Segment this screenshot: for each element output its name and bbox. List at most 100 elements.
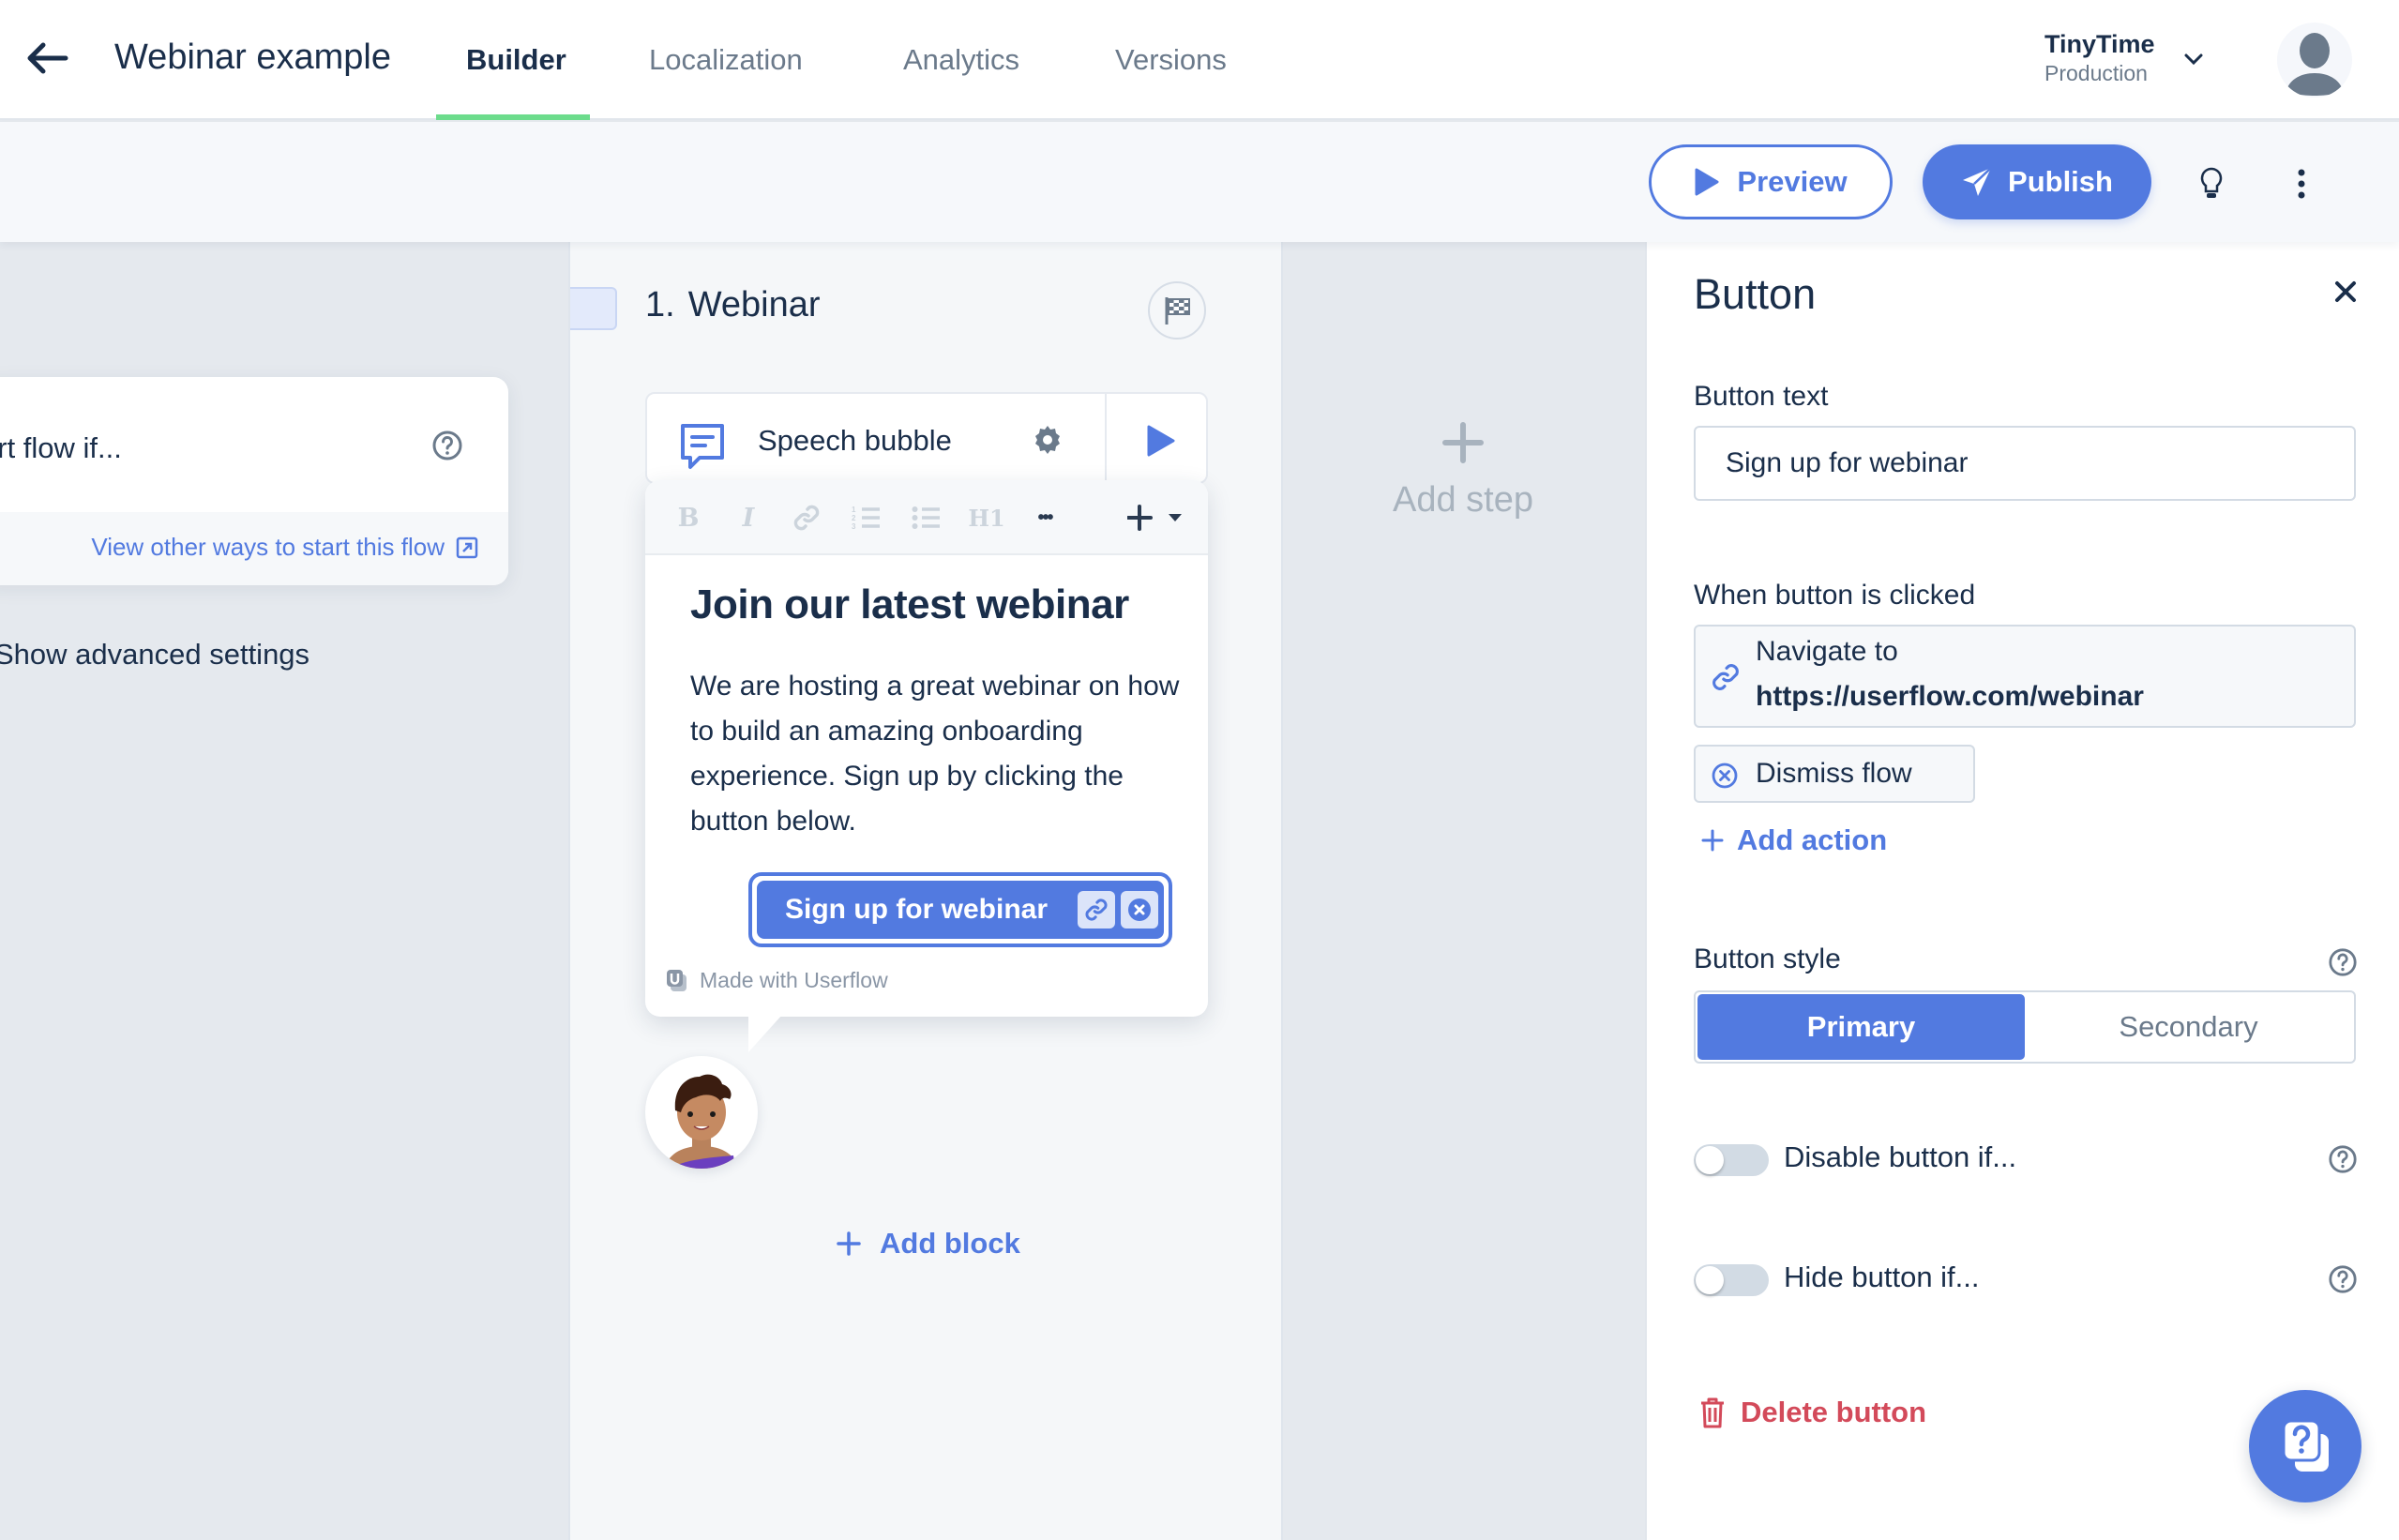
tab-analytics[interactable]: Analytics <box>903 43 1019 77</box>
help-icon[interactable] <box>2328 1144 2358 1174</box>
play-icon <box>1695 168 1719 196</box>
add-step-label: Add step <box>1393 480 1533 520</box>
plus-caret-icon <box>1127 505 1182 531</box>
plus-icon <box>1701 829 1724 852</box>
delete-button-label: Delete button <box>1741 1396 1927 1428</box>
back-button[interactable] <box>24 38 69 79</box>
arrow-left-icon <box>27 42 68 74</box>
svg-text:3: 3 <box>852 522 856 531</box>
link-icon <box>1085 898 1108 921</box>
chevron-down-icon[interactable] <box>2181 47 2206 71</box>
help-icon[interactable] <box>431 430 463 461</box>
hide-button-toggle[interactable] <box>1694 1264 1769 1296</box>
help-icon[interactable] <box>2328 947 2358 977</box>
trigger-footer: View other ways to start this flow <box>0 512 508 585</box>
action-title: Navigate to <box>1756 636 1898 667</box>
step-name: Webinar <box>687 285 821 325</box>
more-options-button[interactable]: ••• <box>1026 501 1064 535</box>
add-action-button[interactable]: Add action <box>1701 823 1887 857</box>
plus-icon <box>837 1231 861 1256</box>
help-icon[interactable] <box>2328 1264 2358 1294</box>
paper-plane-icon <box>1963 167 1992 196</box>
italic-button[interactable]: I <box>732 501 765 535</box>
view-other-ways-link[interactable]: View other ways to start this flow <box>91 533 478 562</box>
cta-dismiss-badge[interactable] <box>1121 891 1158 929</box>
user-icon <box>2286 33 2343 96</box>
speech-bubble-editor: B I 123 H1 ••• Join our latest webinar W… <box>645 480 1208 1052</box>
heading-button[interactable]: H1 <box>968 501 1005 535</box>
panel-title: Button <box>1694 270 1817 318</box>
speech-bubble-icon <box>679 422 726 471</box>
bubble-avatar[interactable] <box>645 1056 758 1169</box>
link-icon <box>1711 662 1741 692</box>
step-title[interactable]: 1. Webinar <box>645 285 821 325</box>
add-action-label: Add action <box>1737 823 1888 856</box>
bold-button[interactable]: B <box>671 501 705 535</box>
external-link-icon <box>456 536 478 558</box>
preview-button[interactable]: Preview <box>1649 144 1893 219</box>
button-properties-panel: Button Button text When button is clicke… <box>1645 242 2399 1540</box>
cta-link-badge[interactable] <box>1078 891 1115 929</box>
user-avatar[interactable] <box>2277 23 2352 98</box>
add-block-button[interactable]: Add block <box>837 1227 1020 1261</box>
ordered-list-button[interactable]: 123 <box>850 501 883 535</box>
insert-menu-button[interactable] <box>1124 501 1189 535</box>
bubble-body-text[interactable]: We are hosting a great webinar on how to… <box>690 664 1187 844</box>
tab-builder[interactable]: Builder <box>466 43 566 77</box>
bubble-heading[interactable]: Join our latest webinar <box>690 581 1129 628</box>
workspace-switcher[interactable]: TinyTime Production <box>2044 30 2155 86</box>
action-title: Dismiss flow <box>1756 758 1912 789</box>
workspace-environment: Production <box>2044 61 2148 85</box>
play-icon[interactable] <box>1144 424 1176 458</box>
action-url: https://userflow.com/webinar <box>1756 681 2144 712</box>
selected-cta-button[interactable]: Sign up for webinar <box>748 872 1172 947</box>
style-primary-option[interactable]: Primary <box>1697 994 2025 1060</box>
tab-localization[interactable]: Localization <box>649 43 803 77</box>
publish-button[interactable]: Publish <box>1923 144 2151 219</box>
button-text-label: Button text <box>1694 381 1829 412</box>
preview-label: Preview <box>1737 165 1848 198</box>
branding: Made with Userflow <box>666 968 888 993</box>
person-avatar-icon <box>664 1074 739 1169</box>
add-step-button[interactable]: Add step <box>1379 422 1547 521</box>
action-navigate[interactable]: Navigate to https://userflow.com/webinar <box>1694 625 2356 728</box>
tab-versions[interactable]: Versions <box>1115 43 1227 77</box>
svg-text:1: 1 <box>852 506 856 514</box>
cta-label: Sign up for webinar <box>785 894 1049 925</box>
close-icon[interactable] <box>2333 279 2358 304</box>
action-dismiss-flow[interactable]: Dismiss flow <box>1694 745 1975 803</box>
help-widget-button[interactable] <box>2249 1390 2361 1502</box>
bubble-tail <box>748 1015 782 1052</box>
more-vertical-icon[interactable] <box>2285 165 2318 203</box>
speech-bubble-block-header[interactable]: Speech bubble <box>645 392 1208 486</box>
start-trigger-card: art flow if... View other ways to start … <box>0 377 508 585</box>
bullet-list-button[interactable] <box>910 501 943 535</box>
workspace-name: TinyTime <box>2044 30 2155 58</box>
ordered-list-icon: 123 <box>852 506 880 531</box>
disable-button-toggle[interactable] <box>1694 1144 1769 1176</box>
lightbulb-icon[interactable] <box>2195 165 2228 203</box>
view-other-ways-label: View other ways to start this flow <box>91 533 445 561</box>
step-drag-handle[interactable] <box>570 287 617 330</box>
link-icon <box>793 505 820 531</box>
button-text-input[interactable] <box>1694 426 2356 501</box>
active-tab-indicator <box>436 114 590 120</box>
start-flow-if-label[interactable]: art flow if... <box>0 431 122 465</box>
delete-button[interactable]: Delete button <box>1699 1396 1926 1429</box>
help-chat-icon <box>2282 1419 2329 1472</box>
flow-title[interactable]: Webinar example <box>114 38 391 78</box>
dismiss-icon <box>1128 898 1151 921</box>
branding-label: Made with Userflow <box>700 968 888 992</box>
divider <box>1105 394 1107 486</box>
userflow-logo-icon <box>667 969 687 991</box>
show-advanced-settings[interactable]: Show advanced settings <box>0 638 309 672</box>
trash-icon <box>1701 1397 1724 1428</box>
cta-button[interactable]: Sign up for webinar <box>755 879 1166 941</box>
style-secondary-option[interactable]: Secondary <box>2025 994 2352 1060</box>
svg-text:2: 2 <box>852 514 856 522</box>
goal-flag-button[interactable] <box>1148 281 1206 340</box>
hide-button-label: Hide button if... <box>1784 1261 1980 1293</box>
link-button[interactable] <box>790 501 823 535</box>
gear-icon[interactable] <box>1032 424 1064 456</box>
checkered-flag-icon <box>1165 297 1190 325</box>
